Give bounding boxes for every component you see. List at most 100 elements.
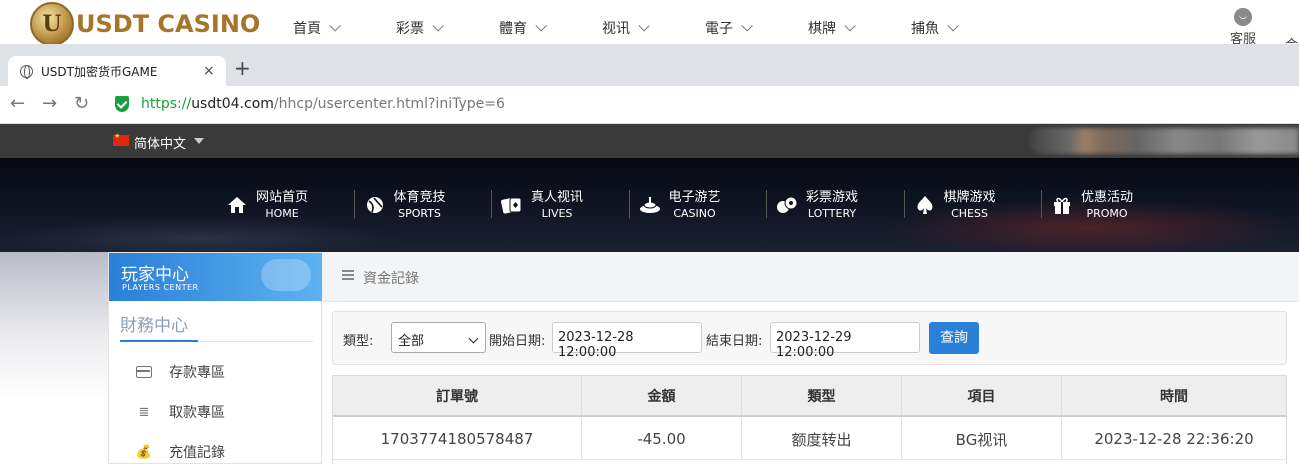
main-nav-label: 优惠活动 PROMO xyxy=(1081,189,1133,222)
top-nav-home[interactable]: 首頁 xyxy=(293,18,396,38)
player-sidebar: 玩家中心 PLAYERS CENTER 財務中心 存款專區 ≣ 取款專區 💰 充… xyxy=(108,252,322,464)
top-nav: 首頁 彩票 體育 视讯 電子 棋牌 捕魚 xyxy=(293,18,1014,38)
chevron-down-icon xyxy=(638,20,650,32)
type-label: 類型: xyxy=(343,334,374,349)
sidebar-subtitle: PLAYERS CENTER xyxy=(122,283,199,292)
top-nav-label: 捕魚 xyxy=(911,21,939,37)
card-icon xyxy=(135,365,153,379)
url-field[interactable]: https://usdt04.com/hhcp/usercenter.html?… xyxy=(141,96,505,112)
page-title: 資金記錄 xyxy=(363,271,419,287)
globe-icon xyxy=(20,64,33,79)
customer-service-button[interactable]: 客服 xyxy=(1228,8,1258,47)
language-bar: 简体中文 xyxy=(0,124,1299,158)
top-nav-label: 體育 xyxy=(499,21,527,37)
nav-cn: 棋牌游戏 xyxy=(943,189,996,205)
main-nav-promo[interactable]: 优惠活动 PROMO xyxy=(1041,188,1189,222)
top-nav-chess[interactable]: 棋牌 xyxy=(808,18,911,38)
moneybag-icon: 💰 xyxy=(135,444,153,460)
banner-glow xyxy=(0,218,400,252)
sidebar-header: 玩家中心 PLAYERS CENTER xyxy=(109,253,322,301)
browser-tabstrip: USDT加密货币GAME × + xyxy=(0,44,1299,86)
top-nav-lottery[interactable]: 彩票 xyxy=(396,18,499,38)
end-date-label: 結束日期: xyxy=(706,334,763,349)
main-nav-label: 棋牌游戏 CHESS xyxy=(944,189,996,222)
start-date-input[interactable]: 2023-12-28 12:00:00 xyxy=(552,322,702,360)
table-header: 訂單號 金額 類型 項目 時間 xyxy=(333,376,1286,417)
nav-en: LIVES xyxy=(541,206,573,220)
top-nav-label: 视讯 xyxy=(602,21,630,37)
main-nav-label: 网站首页 HOME xyxy=(256,189,308,222)
chevron-down-icon xyxy=(947,20,959,32)
sidebar-item-label: 取款專區 xyxy=(169,405,225,421)
col-order-no[interactable]: 訂單號 xyxy=(333,376,582,415)
sidebar-item-label: 充值記錄 xyxy=(169,445,225,461)
cell-item: BG视讯 xyxy=(902,419,1062,459)
main-nav-lives[interactable]: 真人视讯 LIVES xyxy=(491,188,639,222)
end-date-input[interactable]: 2023-12-29 12:00:00 xyxy=(770,322,920,360)
top-nav-label: 彩票 xyxy=(396,21,424,37)
blurred-account-info xyxy=(1030,128,1299,154)
site-logo[interactable]: U USDT CASINO xyxy=(30,2,260,46)
main-nav-home[interactable]: 网站首页 HOME xyxy=(226,188,364,222)
language-selector[interactable]: 简体中文 xyxy=(134,133,186,152)
logo-coin-icon: U xyxy=(30,2,74,46)
site-header: U USDT CASINO 首頁 彩票 體育 视讯 電子 棋牌 捕魚 客服 合 xyxy=(0,0,1299,53)
content-header: 資金記錄 xyxy=(322,252,1299,302)
ball-icon xyxy=(364,194,386,216)
sidebar-item-withdraw[interactable]: ≣ 取款專區 xyxy=(135,401,225,423)
nav-cn: 真人视讯 xyxy=(531,189,584,205)
type-select[interactable]: 全部 xyxy=(391,322,486,353)
top-nav-label: 電子 xyxy=(705,21,733,37)
browser-tab[interactable]: USDT加密货币GAME × xyxy=(8,56,226,86)
nav-cn: 体育竞技 xyxy=(393,189,446,205)
caret-down-icon[interactable] xyxy=(194,138,204,144)
nav-en: HOME xyxy=(265,206,299,220)
top-nav-live[interactable]: 视讯 xyxy=(602,18,705,38)
spade-icon xyxy=(914,194,936,216)
secure-shield-icon[interactable] xyxy=(115,96,129,112)
nav-cn: 优惠活动 xyxy=(1081,189,1134,205)
home-icon xyxy=(226,194,248,216)
back-arrow-icon[interactable]: ← xyxy=(10,95,25,113)
main-nav-casino[interactable]: 电子游艺 CASINO xyxy=(628,188,777,222)
start-date-label: 開始日期: xyxy=(489,334,546,349)
top-nav-fishing[interactable]: 捕魚 xyxy=(911,18,1014,38)
col-time[interactable]: 時間 xyxy=(1062,376,1286,415)
top-nav-label: 棋牌 xyxy=(808,21,836,37)
nav-cn: 电子游艺 xyxy=(668,189,721,205)
nav-en: CASINO xyxy=(673,206,716,220)
sidebar-item-recharge-records[interactable]: 💰 充值記錄 xyxy=(135,441,225,463)
sidebar-title: 玩家中心 xyxy=(121,265,189,285)
nav-en: LOTTERY xyxy=(807,206,857,220)
col-item[interactable]: 項目 xyxy=(902,376,1062,415)
top-nav-electronic[interactable]: 電子 xyxy=(705,18,808,38)
main-nav-sports[interactable]: 体育竞技 SPORTS xyxy=(353,188,502,222)
main-nav-lottery[interactable]: 彩票游戏 LOTTERY xyxy=(766,188,914,222)
main-nav-chess[interactable]: 棋牌游戏 CHESS xyxy=(903,188,1052,222)
close-icon[interactable]: × xyxy=(203,63,215,79)
sidebar-section-title: 財務中心 xyxy=(120,316,188,336)
top-nav-label: 首頁 xyxy=(293,21,321,37)
sidebar-item-deposit[interactable]: 存款專區 xyxy=(135,361,225,383)
type-select-value: 全部 xyxy=(398,334,425,349)
main-nav-label: 彩票游戏 LOTTERY xyxy=(806,189,858,222)
cell-type: 额度转出 xyxy=(742,419,902,459)
table-row: 1703774180578487 -45.00 额度转出 BG视讯 2023-1… xyxy=(333,419,1286,460)
url-host: usdt04.com xyxy=(191,96,274,112)
chevron-down-icon xyxy=(741,20,753,32)
chevron-down-icon xyxy=(844,20,856,32)
chevron-down-icon xyxy=(432,20,444,32)
nav-cn: 网站首页 xyxy=(256,189,309,205)
nav-cn: 彩票游戏 xyxy=(806,189,859,205)
reload-icon[interactable]: ↻ xyxy=(74,95,89,113)
url-scheme: https:// xyxy=(141,96,192,112)
forward-arrow-icon[interactable]: → xyxy=(42,95,57,113)
tab-title: USDT加密货币GAME xyxy=(41,64,158,79)
new-tab-button[interactable]: + xyxy=(234,58,251,78)
withdraw-icon: ≣ xyxy=(138,404,150,420)
col-type[interactable]: 類型 xyxy=(742,376,902,415)
main-banner: 网站首页 HOME 体育竞技 SPORTS 真人视讯 LIVES 电子游艺 CASINO… xyxy=(0,158,1299,252)
col-amount[interactable]: 金額 xyxy=(582,376,742,415)
top-nav-sports[interactable]: 體育 xyxy=(499,18,602,38)
query-button[interactable]: 查詢 xyxy=(929,322,979,354)
